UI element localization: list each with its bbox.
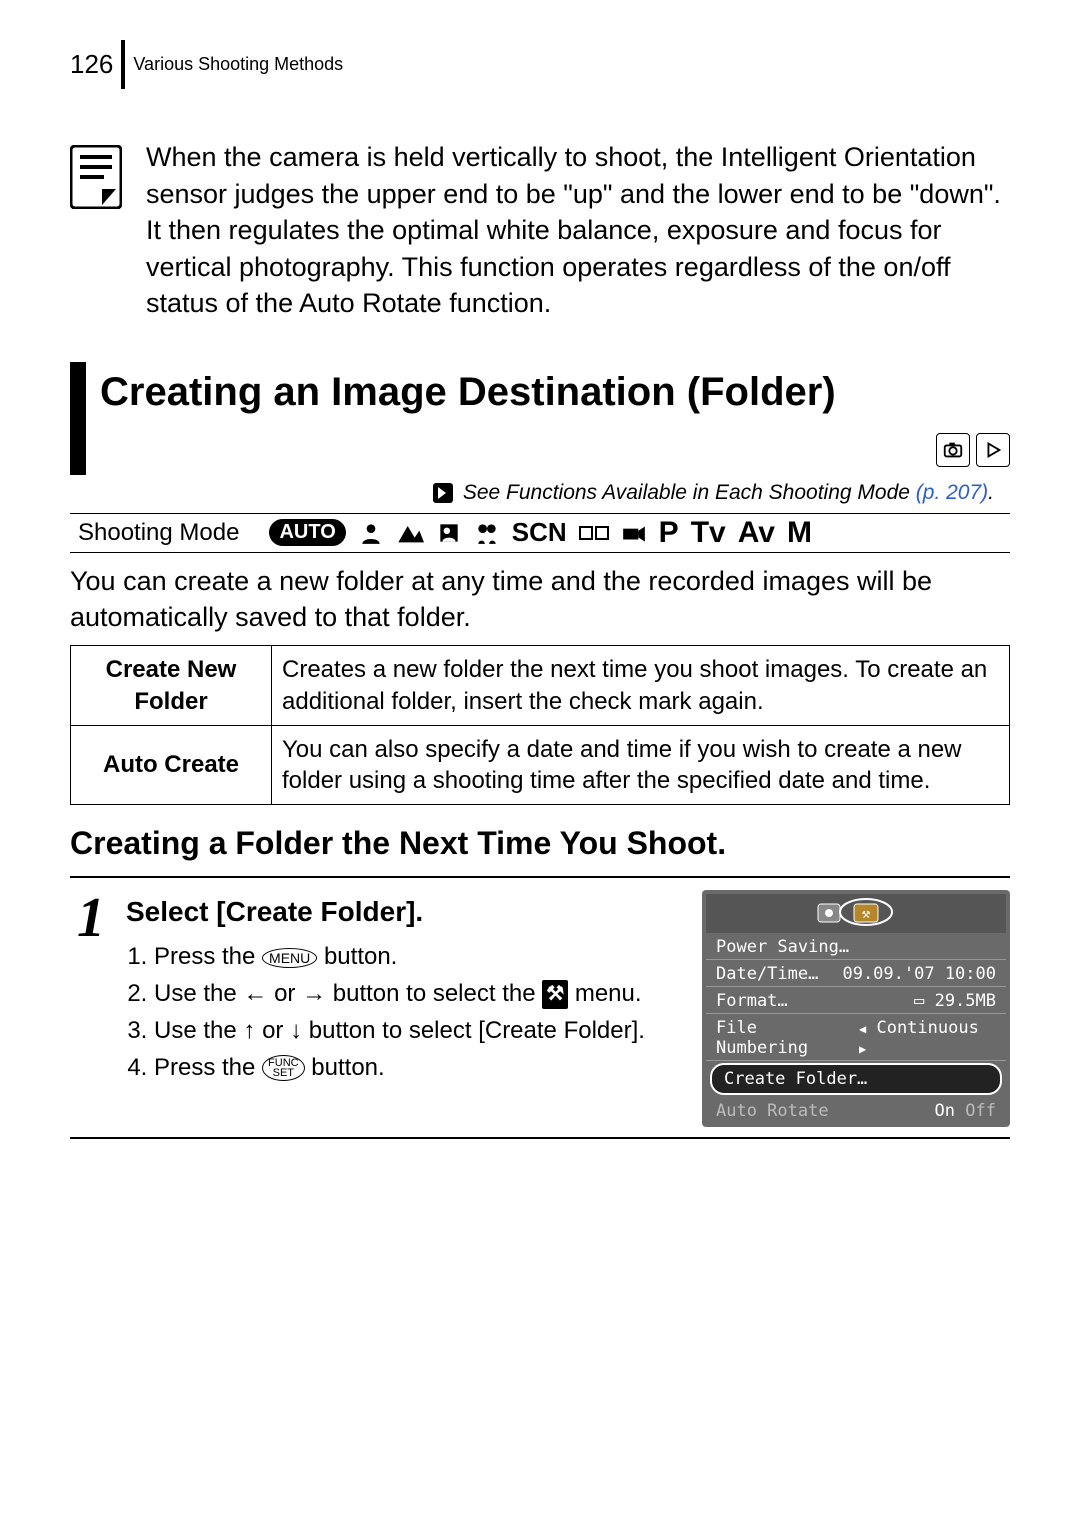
orientation-note: When the camera is held vertically to sh… [70, 139, 1010, 321]
step-block: 1 Select [Create Folder]. Press the MENU… [70, 876, 1010, 1139]
shooting-mode-icons: AUTO SCN P Tv Av M [269, 516, 812, 550]
still-mode-icon [936, 433, 970, 467]
page-number: 126 [70, 40, 125, 89]
mode-m-icon: M [787, 516, 812, 550]
mode-portrait-icon [358, 520, 384, 546]
option-label: Create New Folder [71, 646, 272, 725]
lcd-row: Power Saving… [706, 933, 1006, 960]
option-label: Auto Create [71, 725, 272, 804]
see-page-link[interactable]: (p. 207) [916, 481, 988, 504]
card-icon: ▭ [914, 991, 924, 1011]
orientation-note-text: When the camera is held vertically to sh… [146, 139, 1010, 321]
intro-paragraph: You can create a new folder at any time … [70, 563, 1010, 636]
mode-scn-icon: SCN [512, 517, 567, 548]
step-item: Use the ↑ or ↓ button to select [Create … [154, 1014, 686, 1049]
svg-text:⚒: ⚒ [862, 906, 871, 922]
step-item: Press the MENU button. [154, 940, 686, 975]
mode-night-icon [436, 520, 462, 546]
main-heading-block: Creating an Image Destination (Folder) [70, 362, 1010, 475]
mode-tv-icon: Tv [691, 516, 726, 550]
lcd-row: File Numbering◀ Continuous ▶ [706, 1014, 1006, 1061]
step-item: Press the FUNCSET button. [154, 1051, 686, 1086]
mode-stitch-icon [579, 521, 609, 545]
table-row: Auto Create You can also specify a date … [71, 725, 1010, 804]
chevron-left-icon: ◀ [859, 1022, 866, 1036]
step-number: 1 [70, 890, 112, 1127]
step-title: Select [Create Folder]. [126, 896, 686, 928]
option-desc: You can also specify a date and time if … [272, 725, 1010, 804]
heading-mode-icons [936, 433, 1010, 467]
main-heading: Creating an Image Destination (Folder) [100, 370, 1010, 415]
mode-p-icon: P [659, 516, 679, 550]
mode-movie-icon [621, 520, 647, 546]
arrow-down-icon: ↓ [290, 1017, 302, 1044]
options-table: Create New Folder Creates a new folder t… [70, 645, 1010, 805]
section-title: Various Shooting Methods [133, 54, 343, 75]
mode-kids-pets-icon [474, 520, 500, 546]
table-row: Create New Folder Creates a new folder t… [71, 646, 1010, 725]
funcset-button-icon: FUNCSET [262, 1055, 305, 1081]
lcd-row: Auto RotateOn Off [706, 1097, 1006, 1123]
step-list: Press the MENU button. Use the ← or → bu… [126, 940, 686, 1085]
arrow-left-icon: ← [243, 980, 267, 1007]
lcd-row: Date/Time…09.09.'07 10:00 [706, 960, 1006, 987]
see-title: Functions Available in Each Shooting Mod… [506, 481, 910, 504]
mode-av-icon: Av [738, 516, 775, 550]
playback-mode-icon [976, 433, 1010, 467]
lcd-screenshot: ⚒ Power Saving… Date/Time…09.09.'07 10:0… [702, 890, 1010, 1127]
shooting-mode-row: Shooting Mode AUTO SCN P Tv [70, 513, 1010, 553]
tools-menu-icon: ⚒ [542, 980, 568, 1009]
subheading: Creating a Folder the Next Time You Shoo… [70, 825, 1010, 862]
page-header: 126 Various Shooting Methods [70, 40, 1010, 89]
shooting-mode-label: Shooting Mode [78, 519, 239, 547]
arrow-icon [433, 483, 453, 503]
mode-auto-icon: AUTO [269, 519, 345, 546]
chevron-right-icon: ▶ [859, 1042, 866, 1056]
mode-landscape-icon [396, 520, 424, 546]
menu-button-icon: MENU [262, 948, 317, 968]
lcd-row: Format…▭ 29.5MB [706, 987, 1006, 1014]
lcd-tabs: ⚒ [706, 894, 1006, 933]
step-item: Use the ← or → button to select the ⚒ me… [154, 977, 686, 1012]
arrow-right-icon: → [302, 980, 326, 1007]
see-prefix: See [463, 481, 506, 504]
orientation-icon [70, 145, 122, 209]
option-desc: Creates a new folder the next time you s… [272, 646, 1010, 725]
lcd-row-highlight: Create Folder… [710, 1063, 1002, 1095]
see-reference: See Functions Available in Each Shooting… [70, 481, 994, 505]
arrow-up-icon: ↑ [243, 1017, 255, 1044]
